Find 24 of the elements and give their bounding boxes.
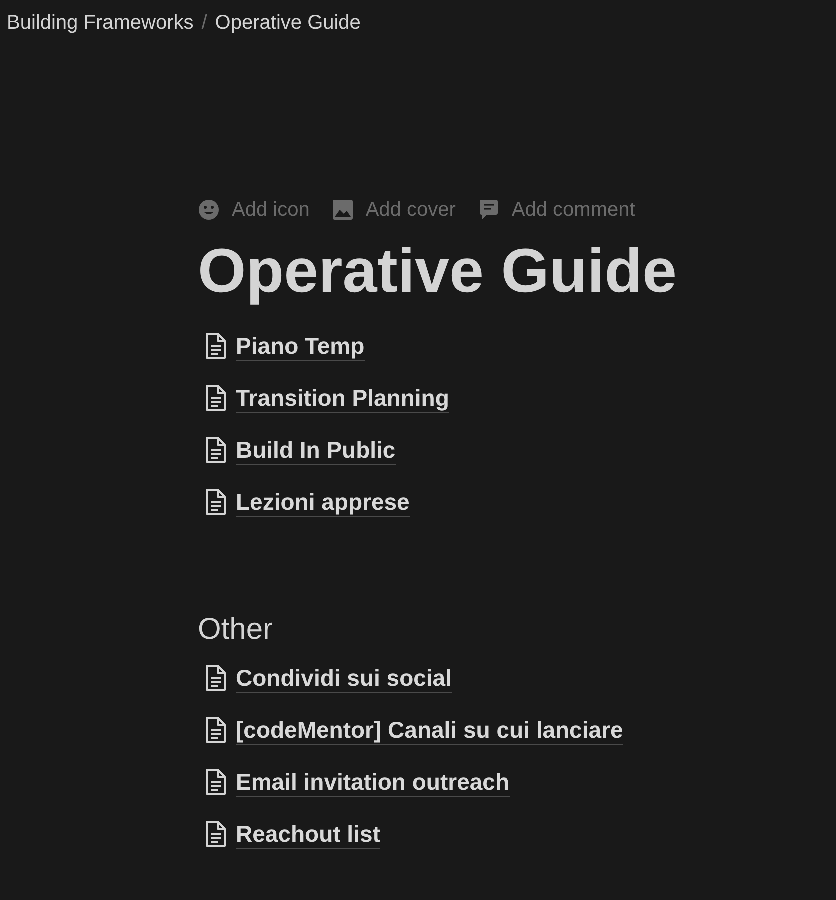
page-link[interactable]: Lezioni apprese xyxy=(236,488,410,516)
document-icon xyxy=(204,664,228,692)
document-icon xyxy=(204,716,228,744)
document-icon xyxy=(204,488,228,516)
page-link[interactable]: Build In Public xyxy=(236,436,396,464)
document-icon xyxy=(204,768,228,796)
comment-icon xyxy=(478,199,500,221)
section-heading: Other xyxy=(198,612,274,648)
document-icon xyxy=(204,820,228,848)
page-link[interactable]: Condividi sui social xyxy=(236,664,452,692)
page-link[interactable]: Transition Planning xyxy=(236,384,450,412)
page-link[interactable]: [codeMentor] Canali su cui lanciare xyxy=(236,716,624,744)
page-link[interactable]: Reachout list xyxy=(236,820,380,848)
page-title: Operative Guide xyxy=(198,236,678,308)
smiley-icon xyxy=(198,199,220,221)
document-icon xyxy=(204,332,228,360)
document-icon xyxy=(204,384,228,412)
breadcrumb-link[interactable]: Operative Guide xyxy=(215,12,361,34)
page-link[interactable]: Piano Temp xyxy=(236,332,365,360)
breadcrumb-separator: / xyxy=(202,12,208,34)
breadcrumb-link[interactable]: Building Frameworks xyxy=(7,12,194,34)
image-icon xyxy=(332,199,354,221)
page-link[interactable]: Email invitation outreach xyxy=(236,768,510,796)
document-icon xyxy=(204,436,228,464)
